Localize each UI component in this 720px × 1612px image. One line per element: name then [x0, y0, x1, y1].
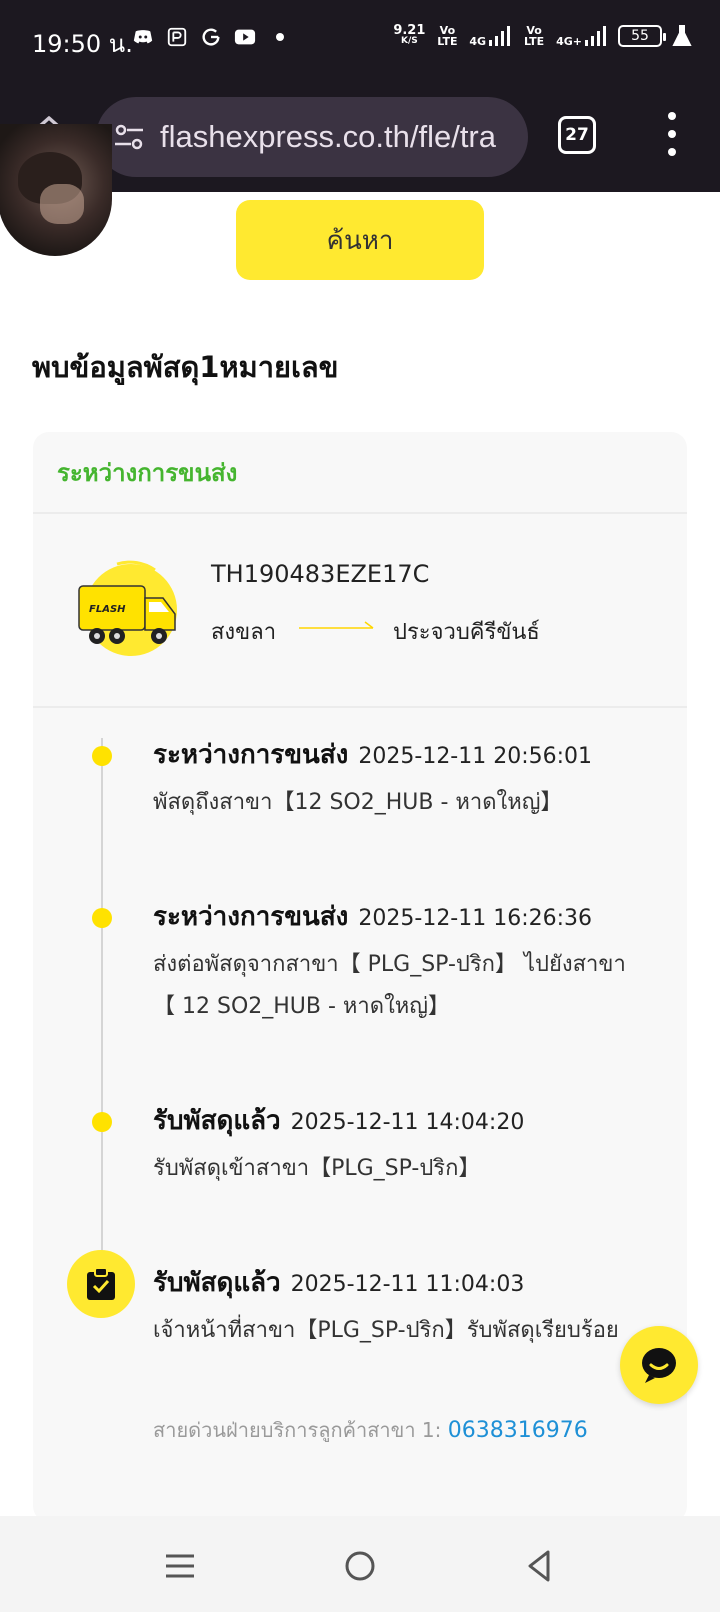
beaker-icon — [672, 25, 692, 46]
chat-button[interactable] — [620, 1326, 698, 1404]
timeline-dot — [92, 1112, 112, 1132]
battery-indicator: 55 — [618, 25, 666, 47]
net-speed-value: 9.21 — [393, 23, 426, 38]
event-description: รับพัสดุเข้าสาขา【PLG_SP-ปริก】 — [153, 1156, 481, 1181]
timeline-dot — [92, 746, 112, 766]
signal-1: 4G — [469, 25, 512, 47]
search-button[interactable]: ค้นหา — [236, 200, 484, 280]
event-status: ระหว่างการขนส่ง — [153, 902, 349, 932]
event-status: ระหว่างการขนส่ง — [153, 740, 349, 770]
event-status: รับพัสดุแล้ว — [153, 1106, 281, 1136]
more-notifications-dot — [276, 33, 284, 41]
event-description: ส่งต่อพัสดุจากสาขา【 PLG_SP-ปริก】 ไปยังสา… — [153, 952, 626, 1019]
status-bar: 19:50 น. 9.21 K/S Vo LTE 4G Vo LTE 4G+ 5… — [0, 0, 720, 82]
event-time: 2025-12-11 11:04:03 — [290, 1272, 525, 1297]
event-time: 2025-12-11 16:26:36 — [358, 906, 593, 931]
event-time: 2025-12-11 20:56:01 — [358, 744, 593, 769]
event-time: 2025-12-11 14:04:20 — [290, 1110, 525, 1135]
route-arrow-icon — [299, 621, 374, 629]
signal-bars-1-icon — [489, 26, 511, 46]
svg-text:FLASH: FLASH — [89, 604, 126, 615]
circle-home-icon[interactable] — [340, 1546, 380, 1586]
notification-icons — [132, 26, 284, 48]
timeline-dot — [92, 908, 112, 928]
network-type-1: 4G — [469, 35, 487, 48]
hotline-phone-link[interactable]: 0638316976 — [448, 1418, 588, 1443]
origin-province: สงขลา — [211, 620, 277, 645]
destination-province: ประจวบคีรีขันธ์ — [393, 620, 540, 645]
event-title-row: ระหว่างการขนส่ง 2025-12-11 20:56:01 — [153, 734, 592, 775]
tune-icon[interactable] — [112, 120, 146, 154]
parcel-card-header: ระหว่างการขนส่ง — [33, 432, 687, 514]
parcel-card: ระหว่างการขนส่ง FLASH TH190483EZE17C สงข… — [33, 432, 687, 1522]
event-title-row: ระหว่างการขนส่ง 2025-12-11 16:26:36 — [153, 896, 592, 937]
event-description: พัสดุถึงสาขา【12 SO2_HUB - หาดใหญ่】 — [153, 790, 563, 815]
event-status: รับพัสดุแล้ว — [153, 1268, 281, 1298]
net-speed: 9.21 K/S — [393, 23, 426, 47]
google-icon — [202, 28, 220, 46]
hotline-label: สายด่วนฝ่ายบริการลูกค้าสาขา 1: — [153, 1418, 442, 1442]
tracking-number: TH190483EZE17C — [211, 560, 430, 588]
event-title-row: รับพัสดุแล้ว 2025-12-11 14:04:20 — [153, 1100, 524, 1141]
tab-switcher-button[interactable]: 27 — [558, 116, 596, 154]
chat-icon[interactable] — [639, 1345, 679, 1385]
event-description: เจ้าหน้าที่สาขา【PLG_SP-ปริก】รับพัสดุเรีย… — [153, 1318, 619, 1343]
system-nav-bar — [0, 1516, 720, 1612]
system-indicators: 9.21 K/S Vo LTE 4G Vo LTE 4G+ 55 — [393, 24, 692, 48]
more-vert-icon[interactable] — [660, 112, 684, 156]
network-type-2: 4G+ — [556, 35, 582, 48]
results-found-heading: พบข้อมูลพัสดุ1หมายเลข — [32, 350, 339, 384]
parcel-status: ระหว่างการขนส่ง — [57, 458, 238, 487]
truck-icon: FLASH — [78, 560, 177, 656]
clipboard-check-glyph — [87, 1267, 115, 1300]
youtube-icon — [234, 29, 256, 45]
address-bar[interactable]: flashexpress.co.th/fle/tra — [96, 97, 528, 177]
volte-2: Vo LTE — [523, 24, 545, 48]
status-time: 19:50 น. — [32, 30, 133, 58]
signal-2: 4G+ — [556, 25, 608, 47]
clipboard-check-icon — [67, 1250, 135, 1318]
timeline-line — [101, 738, 103, 1298]
discord-icon — [133, 30, 153, 44]
parcel-info: FLASH TH190483EZE17C สงขลา ประจวบคีรีขัน… — [33, 514, 687, 708]
branch-hotline: สายด่วนฝ่ายบริการลูกค้าสาขา 1: 063831697… — [153, 1414, 588, 1446]
pdf-reader-icon — [167, 27, 187, 47]
volte-1: Vo LTE — [437, 24, 458, 48]
back-icon[interactable] — [520, 1546, 560, 1586]
signal-bars-2-icon — [585, 26, 606, 46]
url-text[interactable]: flashexpress.co.th/fle/tra — [160, 119, 496, 155]
event-title-row: รับพัสดุแล้ว 2025-12-11 11:04:03 — [153, 1262, 524, 1303]
recents-icon[interactable] — [160, 1546, 200, 1586]
chat-head-avatar[interactable] — [0, 124, 112, 256]
